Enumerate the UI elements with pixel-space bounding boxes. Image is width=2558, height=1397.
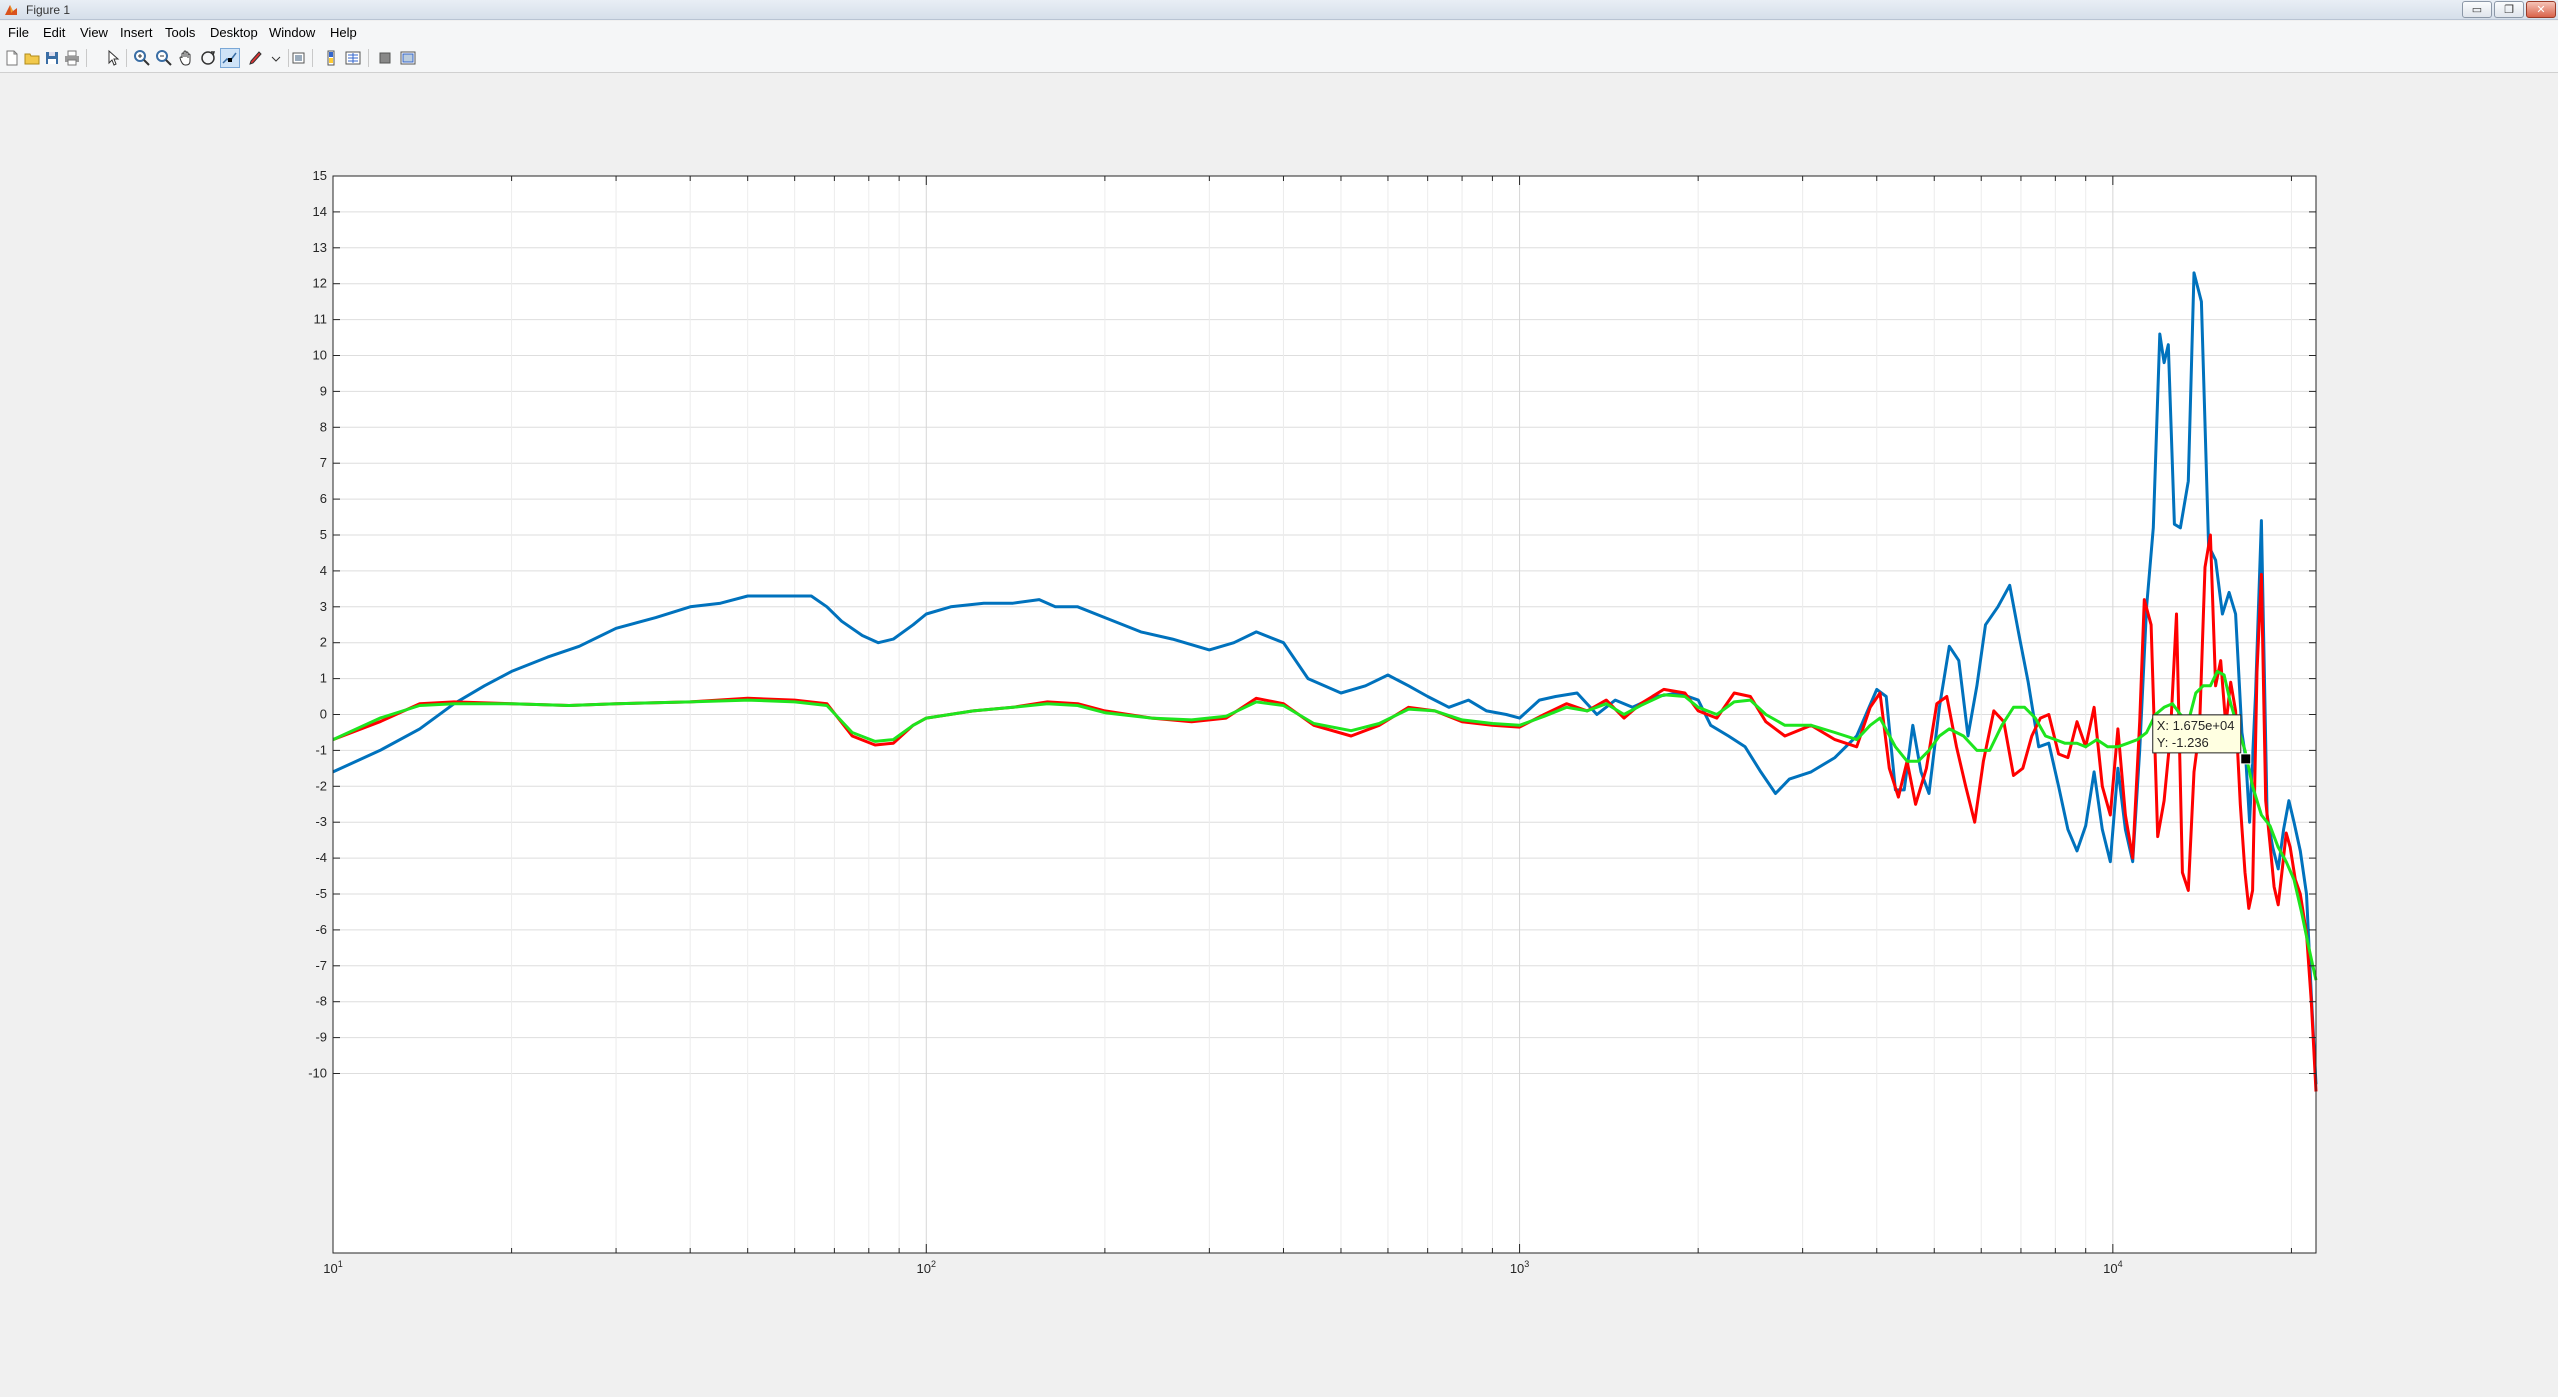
toolbar-separator	[288, 49, 289, 67]
y-tick-label: -7	[315, 958, 327, 973]
insert-legend-icon[interactable]	[322, 49, 340, 67]
toolbar-separator	[126, 49, 127, 67]
x-tick-label: 104	[2103, 1259, 2122, 1276]
y-tick-label: -4	[315, 850, 327, 865]
y-tick-label: -2	[315, 778, 327, 793]
print-icon[interactable]	[63, 49, 81, 67]
menu-desktop[interactable]: Desktop	[210, 25, 258, 40]
y-tick-label: -8	[315, 994, 327, 1009]
x-tick-label-exponent: 1	[338, 1259, 343, 1269]
x-tick-label-base: 10	[1510, 1261, 1524, 1276]
maximize-button[interactable]: ❐	[2494, 1, 2524, 18]
matlab-figure-icon	[5, 5, 17, 15]
y-tick-label: 13	[313, 240, 327, 255]
menu-help[interactable]: Help	[330, 25, 357, 40]
datatip-x-label: X: 1.675e+04	[2157, 718, 2235, 733]
y-tick-label: -9	[315, 1030, 327, 1045]
x-tick-label-exponent: 3	[1524, 1259, 1529, 1269]
show-plot-tools-icon[interactable]	[376, 49, 394, 67]
open-file-icon[interactable]	[23, 49, 41, 67]
hide-plot-tools-icon[interactable]	[344, 49, 362, 67]
menu-edit[interactable]: Edit	[43, 25, 65, 40]
x-tick-label-base: 10	[2103, 1261, 2117, 1276]
y-tick-label: 15	[313, 168, 327, 183]
y-tick-label: -5	[315, 886, 327, 901]
zoom-in-icon[interactable]	[133, 49, 151, 67]
menu-file[interactable]: File	[8, 25, 29, 40]
y-tick-label: -3	[315, 814, 327, 829]
menu-insert[interactable]: Insert	[120, 25, 153, 40]
y-tick-label: 11	[314, 312, 328, 327]
x-tick-label-exponent: 4	[2118, 1259, 2123, 1269]
new-figure-icon[interactable]	[3, 49, 21, 67]
x-tick-labels: 101 102 103 104	[323, 1259, 2122, 1276]
link-plot-icon[interactable]	[267, 49, 285, 67]
save-icon[interactable]	[43, 49, 61, 67]
plot-svg: 1514131211109876543210-1-2-3-4-5-6-7-8-9…	[308, 168, 2318, 1276]
window-title: Figure 1	[26, 3, 71, 17]
window-titlebar: Figure 1 ▭ ❐ ✕	[0, 0, 2558, 20]
toolbar-separator	[86, 49, 87, 67]
toolbar-separator	[312, 49, 313, 67]
zoom-out-icon[interactable]	[155, 49, 173, 67]
x-tick-label: 103	[1510, 1259, 1529, 1276]
toolbar-separator	[368, 49, 369, 67]
y-tick-label: 0	[320, 707, 327, 722]
close-button[interactable]: ✕	[2526, 1, 2556, 18]
datatip-y-label: Y: -1.236	[2157, 735, 2209, 750]
x-tick-label-base: 10	[323, 1261, 337, 1276]
y-tick-label: 3	[320, 599, 327, 614]
y-tick-label: -1	[315, 742, 327, 757]
y-tick-label: 10	[313, 348, 327, 363]
data-cursor-icon[interactable]	[220, 48, 240, 68]
minimize-button[interactable]: ▭	[2462, 1, 2492, 18]
y-tick-label: 14	[313, 204, 327, 219]
menu-view[interactable]: View	[80, 25, 108, 40]
y-tick-label: 5	[320, 527, 327, 542]
y-tick-label: 6	[320, 491, 327, 506]
menu-bar: File Edit View Insert Tools Desktop Wind…	[0, 21, 2558, 45]
y-tick-label: 12	[313, 276, 327, 291]
x-tick-label: 101	[323, 1259, 342, 1276]
y-tick-label: 7	[320, 455, 327, 470]
insert-colorbar-icon[interactable]	[290, 49, 308, 67]
y-tick-label: 9	[320, 383, 327, 398]
x-tick-label-base: 10	[917, 1261, 931, 1276]
y-tick-labels: 1514131211109876543210-1-2-3-4-5-6-7-8-9…	[308, 168, 327, 1081]
y-tick-label: 1	[320, 671, 327, 686]
menu-window[interactable]: Window	[269, 25, 315, 40]
x-tick-label-exponent: 2	[931, 1259, 936, 1269]
brush-icon[interactable]	[247, 49, 265, 67]
figure-toolbar	[0, 45, 2558, 73]
pan-icon[interactable]	[177, 49, 195, 67]
rotate-3d-icon[interactable]	[199, 49, 217, 67]
y-tick-label: -10	[308, 1066, 327, 1081]
y-tick-label: 2	[320, 635, 327, 650]
datatip-marker[interactable]	[2240, 753, 2252, 765]
x-tick-label: 102	[917, 1259, 936, 1276]
y-tick-label: -6	[315, 922, 327, 937]
figure-canvas: 15 14 13 12 11 10 9 8 7 6 5 4 3 2 1 0 -1 -2 -3 -4 -5 -6 -7 -8 -9…	[0, 73, 2558, 1397]
edit-plot-icon[interactable]	[104, 49, 122, 67]
menu-tools[interactable]: Tools	[165, 25, 195, 40]
dock-figure-icon[interactable]	[399, 49, 417, 67]
y-tick-label: 4	[320, 563, 327, 578]
y-tick-label: 8	[320, 419, 327, 434]
